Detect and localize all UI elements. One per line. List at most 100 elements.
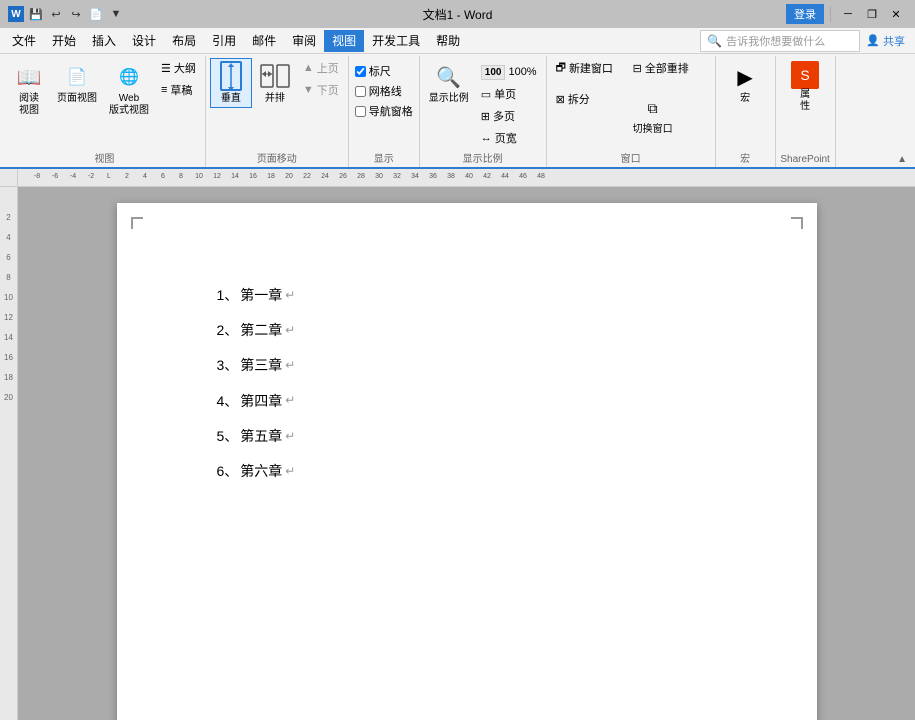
web-view-button[interactable]: 🌐 Web版式视图	[104, 58, 154, 120]
prevpage-button[interactable]: ▲ 上页	[298, 58, 344, 78]
ruler-num: 24	[316, 169, 334, 186]
line-number-6: 6、	[217, 459, 239, 484]
menu-insert[interactable]: 插入	[84, 30, 124, 52]
read-view-button[interactable]: 📖 阅读视图	[8, 58, 50, 120]
zoom-icon: 🔍	[433, 61, 465, 93]
onepage-button[interactable]: ▭ 单页	[476, 84, 542, 104]
arrange-icon: ⊟	[633, 62, 642, 75]
menu-help[interactable]: 帮助	[428, 30, 468, 52]
doc-line-2[interactable]: 2、 第二章 ↵	[217, 318, 717, 343]
multipage-button[interactable]: ⊞ 多页	[476, 106, 542, 126]
ruler-num: 46	[514, 169, 532, 186]
zoom100-button[interactable]: 100 100%	[476, 62, 542, 82]
prevpage-icon: ▲	[303, 62, 314, 74]
ruler-num: 44	[496, 169, 514, 186]
macro-button[interactable]: ▶ 宏	[724, 58, 766, 108]
ribbon-group-display: 标尺 网格线 导航窗格 显示	[349, 56, 420, 167]
ribbon-collapse[interactable]: ▲	[897, 154, 907, 165]
nav-checkbox[interactable]: 导航窗格	[353, 102, 415, 120]
nextpage-button[interactable]: ▼ 下页	[298, 80, 344, 100]
doc-line-1[interactable]: 1、 第一章 ↵	[217, 283, 717, 308]
login-button[interactable]: 登录	[786, 4, 824, 24]
line-text-2: 第二章	[240, 318, 282, 343]
ruler-num: -2	[82, 169, 100, 186]
draft-button[interactable]: ≡ 草稿	[156, 80, 201, 100]
minimize-button[interactable]: ─	[837, 5, 859, 23]
restore-button[interactable]: ❐	[861, 5, 883, 23]
menu-developer[interactable]: 开发工具	[364, 30, 428, 52]
ruler-left-mark: 14	[0, 327, 17, 347]
ruler-check-input[interactable]	[355, 66, 366, 77]
menu-references[interactable]: 引用	[204, 30, 244, 52]
ribbon-group-zoom: 🔍 显示比例 100 100% ▭ 单页 ⊞ 多页	[420, 56, 547, 167]
ruler-num: 14	[226, 169, 244, 186]
sidebyside-label: 并排	[265, 93, 285, 105]
switchwindow-button[interactable]: ⧉ 切换窗口	[628, 89, 678, 139]
outline-label: 大纲	[174, 60, 196, 76]
menu-design[interactable]: 设计	[124, 30, 164, 52]
view-group-label: 视图	[8, 150, 201, 165]
sharepoint-button[interactable]: S 属性	[786, 58, 824, 116]
menu-view[interactable]: 视图	[324, 30, 364, 52]
ruler-checkbox[interactable]: 标尺	[353, 62, 415, 80]
ruler-num: 6	[154, 169, 172, 186]
menu-home[interactable]: 开始	[44, 30, 84, 52]
doc-line-6[interactable]: 6、 第六章 ↵	[217, 459, 717, 484]
web-label: Web版式视图	[109, 93, 149, 117]
arrange-label: 全部重排	[645, 60, 689, 76]
ruler-num: 10	[190, 169, 208, 186]
page-scroll[interactable]: 1、 第一章 ↵ 2、 第二章 ↵ 3、 第三章 ↵	[18, 187, 915, 720]
outline-button[interactable]: ☰ 大纲	[156, 58, 201, 78]
customize-button[interactable]: ▼	[108, 6, 124, 22]
doc-line-4[interactable]: 4、 第四章 ↵	[217, 389, 717, 414]
split-icon: ⊠	[556, 93, 565, 106]
doc-line-5[interactable]: 5、 第五章 ↵	[217, 424, 717, 449]
ribbon: 📖 阅读视图 📄 页面视图 🌐 Web版式视图 ☰ 大纲	[0, 54, 915, 169]
line-text-6: 第六章	[240, 459, 282, 484]
grid-check-input[interactable]	[355, 86, 366, 97]
vertical-label: 垂直	[221, 93, 241, 105]
newwindow-button[interactable]: 🗗 新建窗口	[551, 58, 626, 78]
outline-icon: ☰	[161, 62, 171, 75]
redo-button[interactable]: ↩	[68, 6, 84, 22]
search-box[interactable]: 🔍 告诉我你想要做什么	[700, 30, 860, 52]
undo-button[interactable]: ↩	[48, 6, 64, 22]
zoom-button[interactable]: 🔍 显示比例	[424, 58, 474, 108]
menu-review[interactable]: 审阅	[284, 30, 324, 52]
share-button[interactable]: 👤 共享	[860, 31, 911, 51]
menu-file[interactable]: 文件	[4, 30, 44, 52]
new-doc-button[interactable]: 📄	[88, 6, 104, 22]
vertical-button[interactable]: 垂直	[210, 58, 252, 108]
para-mark-1: ↵	[285, 285, 295, 307]
macro-group-label: 宏	[720, 150, 771, 165]
menu-mailings[interactable]: 邮件	[244, 30, 284, 52]
ruler-num: 4	[136, 169, 154, 186]
doc-line-3[interactable]: 3、 第三章 ↵	[217, 353, 717, 378]
onepage-label: 单页	[494, 86, 516, 102]
line-text-3: 第三章	[240, 353, 282, 378]
ruler-left-mark: 8	[0, 267, 17, 287]
line-number-2: 2、	[217, 318, 239, 343]
print-view-button[interactable]: 📄 页面视图	[52, 58, 102, 108]
nav-check-input[interactable]	[355, 106, 366, 117]
save-button[interactable]: 💾	[28, 6, 44, 22]
sidebyside-button[interactable]: 并排	[254, 58, 296, 108]
split-button[interactable]: ⊠ 拆分	[551, 89, 626, 109]
ruler-num: -4	[64, 169, 82, 186]
menu-layout[interactable]: 布局	[164, 30, 204, 52]
document-content[interactable]: 1、 第一章 ↵ 2、 第二章 ↵ 3、 第三章 ↵	[217, 283, 717, 484]
document-page[interactable]: 1、 第一章 ↵ 2、 第二章 ↵ 3、 第三章 ↵	[117, 203, 817, 720]
pagewidth-button[interactable]: ↔ 页宽	[476, 128, 542, 148]
corner-mark-tr	[791, 217, 803, 229]
pagewidth-label: 页宽	[495, 130, 517, 146]
vertical-icon	[215, 61, 247, 93]
search-icon: 🔍	[707, 34, 722, 48]
corner-mark-tl	[131, 217, 143, 229]
arrange-button[interactable]: ⊟ 全部重排	[628, 58, 703, 78]
pagemove-group-label: 页面移动	[210, 150, 344, 165]
close-button[interactable]: ✕	[885, 5, 907, 23]
grid-checkbox[interactable]: 网格线	[353, 82, 415, 100]
ruler-label: 标尺	[369, 63, 391, 79]
ruler-left-mark: 20	[0, 387, 17, 407]
ribbon-group-view: 📖 阅读视图 📄 页面视图 🌐 Web版式视图 ☰ 大纲	[4, 56, 206, 167]
